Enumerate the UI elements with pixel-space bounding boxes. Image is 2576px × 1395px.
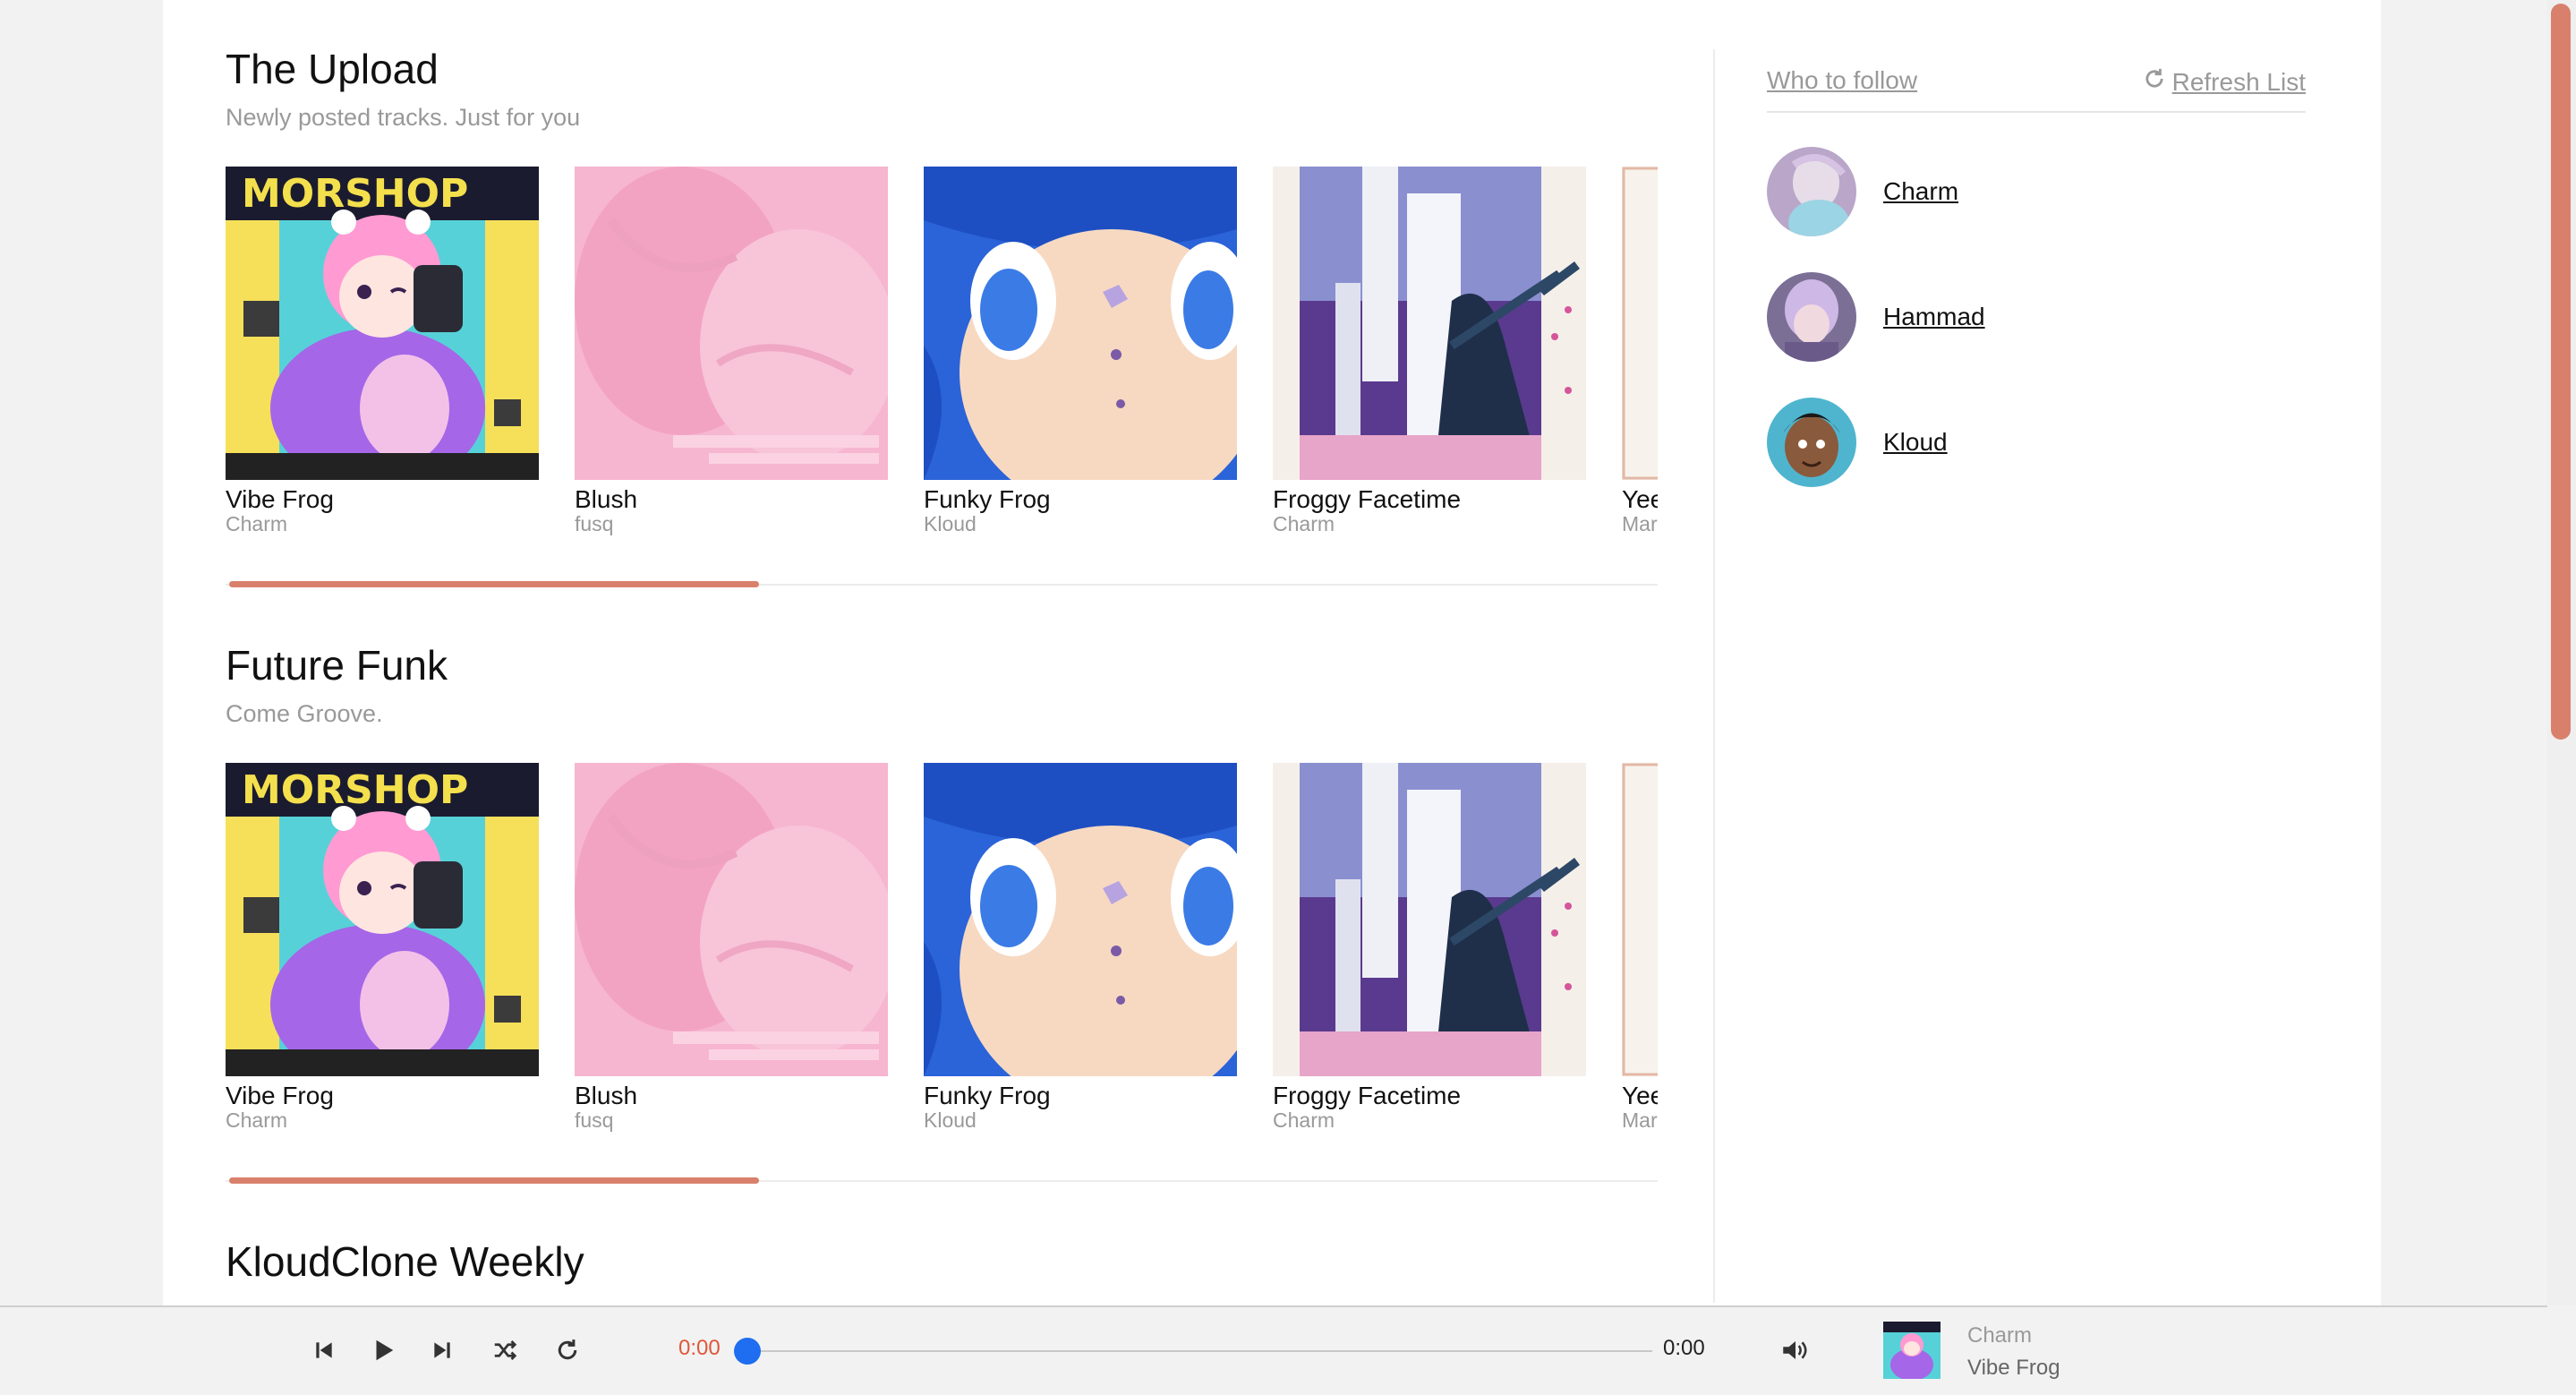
section-title: The Upload: [226, 46, 439, 92]
shuffle-button[interactable]: [485, 1332, 525, 1372]
page-scroll-thumb[interactable]: [2551, 4, 2571, 740]
track-artist[interactable]: fusq: [575, 1108, 613, 1133]
section-title: KloudClone Weekly: [226, 1238, 584, 1285]
album-art[interactable]: [575, 763, 888, 1076]
skip-back-icon: [312, 1339, 336, 1366]
now-playing-artist[interactable]: Charm: [1967, 1323, 2032, 1348]
page: The Upload Newly posted tracks. Just for…: [163, 0, 2381, 1393]
track-title[interactable]: Funky Frog: [924, 485, 1051, 514]
avatar[interactable]: [1767, 147, 1856, 236]
carousel-scroll-thumb[interactable]: [229, 581, 759, 587]
sidebar-divider: [1713, 49, 1715, 1303]
play-button[interactable]: [363, 1332, 403, 1372]
track-artist[interactable]: Kloud: [924, 512, 977, 536]
avatar[interactable]: [1767, 398, 1856, 487]
progress-knob[interactable]: [734, 1338, 761, 1365]
section-subtitle: Newly posted tracks. Just for you: [226, 104, 581, 131]
track-artist[interactable]: Charm: [1273, 1108, 1335, 1133]
section-title: Future Funk: [226, 642, 448, 689]
avatar[interactable]: [1767, 272, 1856, 362]
track-artist[interactable]: Mar: [1622, 512, 1658, 536]
follow-user-name[interactable]: Charm: [1883, 177, 1958, 206]
follow-suggestion[interactable]: Hammad: [1767, 272, 2304, 362]
carousel-scrollbar[interactable]: [226, 1177, 1658, 1184]
follow-user-name[interactable]: Hammad: [1883, 303, 1985, 331]
svg-text:MORSHOP: MORSHOP: [242, 767, 468, 813]
track-artist[interactable]: Charm: [226, 512, 287, 536]
skip-back-button[interactable]: [304, 1332, 344, 1372]
progress-bar[interactable]: [734, 1338, 1652, 1365]
track-carousel[interactable]: MORSHOP Vibe Frog Charm Blush fusq Funky…: [226, 763, 1658, 1139]
album-art[interactable]: [924, 763, 1237, 1076]
track-carousel[interactable]: MORSHOP Vibe Frog Charm Blush fusq Funky…: [226, 167, 1658, 543]
album-art[interactable]: [1622, 167, 1658, 480]
total-time: 0:00: [1663, 1336, 1705, 1360]
who-to-follow-header: Who to follow Refresh List: [1767, 64, 2306, 113]
track-title[interactable]: Yee: [1622, 485, 1658, 514]
who-to-follow-link[interactable]: Who to follow: [1767, 66, 1917, 95]
track-artist[interactable]: fusq: [575, 512, 613, 536]
track-artist[interactable]: Kloud: [924, 1108, 977, 1133]
track-title[interactable]: Yee: [1622, 1082, 1658, 1110]
track-artist[interactable]: Mar: [1622, 1108, 1658, 1133]
album-art[interactable]: [575, 167, 888, 480]
volume-button[interactable]: [1776, 1332, 1815, 1372]
skip-forward-icon: [431, 1339, 454, 1366]
album-art[interactable]: [1273, 763, 1586, 1076]
section-subtitle: Come Groove.: [226, 700, 383, 727]
refresh-list-button[interactable]: Refresh List: [2142, 66, 2306, 98]
follow-suggestion[interactable]: Charm: [1767, 147, 2304, 236]
track-title[interactable]: Froggy Facetime: [1273, 1082, 1461, 1110]
track-title[interactable]: Blush: [575, 485, 637, 514]
player-bar: 0:00 0:00 Charm Vibe Frog: [0, 1305, 2547, 1395]
album-art[interactable]: MORSHOP: [226, 763, 539, 1076]
play-icon: [370, 1337, 397, 1368]
track-artist[interactable]: Charm: [226, 1108, 287, 1133]
track-title[interactable]: Froggy Facetime: [1273, 485, 1461, 514]
skip-forward-button[interactable]: [422, 1332, 462, 1372]
svg-text:MORSHOP: MORSHOP: [242, 171, 468, 217]
follow-suggestion[interactable]: Kloud: [1767, 398, 2304, 487]
track-title[interactable]: Vibe Frog: [226, 1082, 334, 1110]
track-title[interactable]: Blush: [575, 1082, 637, 1110]
album-art[interactable]: [924, 167, 1237, 480]
repeat-icon: [554, 1337, 581, 1368]
shuffle-icon: [491, 1337, 518, 1368]
refresh-icon: [2142, 66, 2167, 98]
carousel-scroll-thumb[interactable]: [229, 1177, 759, 1184]
current-time: 0:00: [678, 1336, 721, 1360]
now-playing-title[interactable]: Vibe Frog: [1967, 1356, 2060, 1381]
album-art[interactable]: MORSHOP: [226, 167, 539, 480]
page-scrollbar[interactable]: [2547, 0, 2576, 1305]
carousel-scrollbar[interactable]: [226, 581, 1658, 587]
track-artist[interactable]: Charm: [1273, 512, 1335, 536]
follow-user-name[interactable]: Kloud: [1883, 428, 1948, 457]
volume-icon: [1779, 1337, 1812, 1368]
track-title[interactable]: Funky Frog: [924, 1082, 1051, 1110]
track-title[interactable]: Vibe Frog: [226, 485, 334, 514]
album-art[interactable]: [1273, 167, 1586, 480]
refresh-list-label: Refresh List: [2171, 67, 2306, 96]
now-playing-art[interactable]: [1883, 1322, 1941, 1379]
album-art[interactable]: [1622, 763, 1658, 1076]
repeat-button[interactable]: [548, 1332, 587, 1372]
